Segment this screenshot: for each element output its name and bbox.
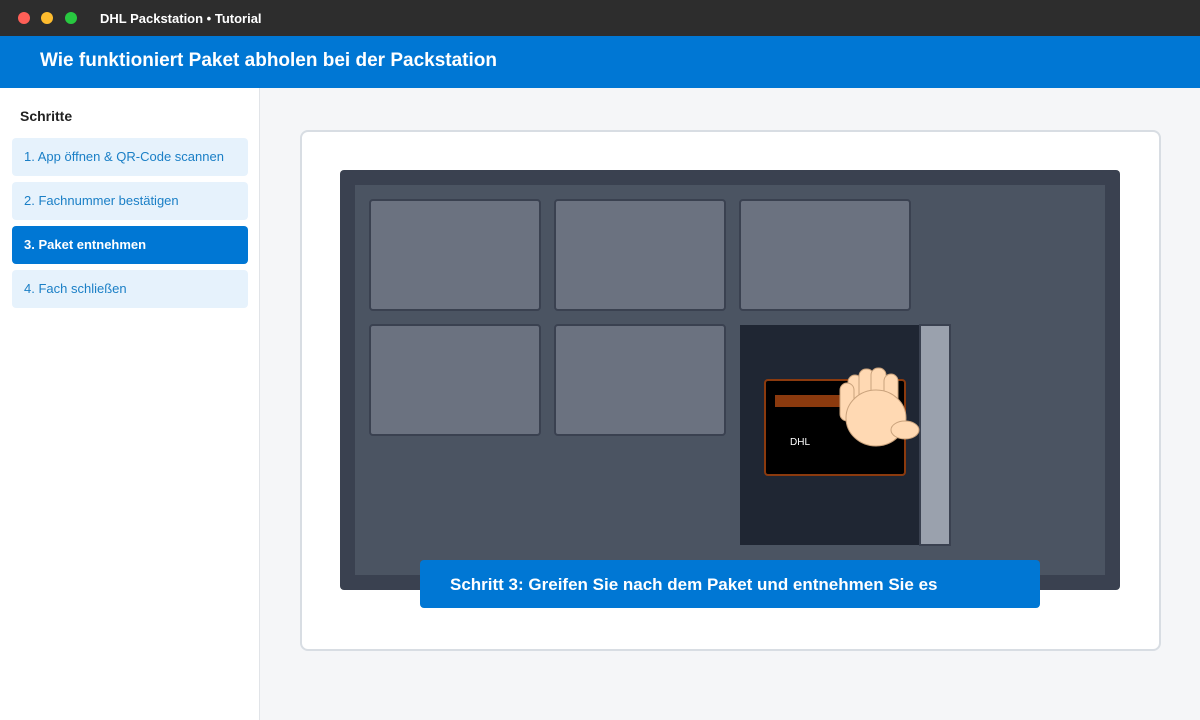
locker-door <box>369 199 541 311</box>
package-label: DHL <box>790 437 810 448</box>
packstation-illustration: DHL <box>340 170 1120 590</box>
locker-door <box>369 324 541 436</box>
locker-door <box>739 199 911 311</box>
locker-door <box>554 324 726 436</box>
step-caption-text: Schritt 3: Greifen Sie nach dem Paket un… <box>450 575 938 594</box>
locker-door <box>554 199 726 311</box>
open-locker-door <box>919 324 951 546</box>
step-caption: Schritt 3: Greifen Sie nach dem Paket un… <box>420 560 1040 608</box>
